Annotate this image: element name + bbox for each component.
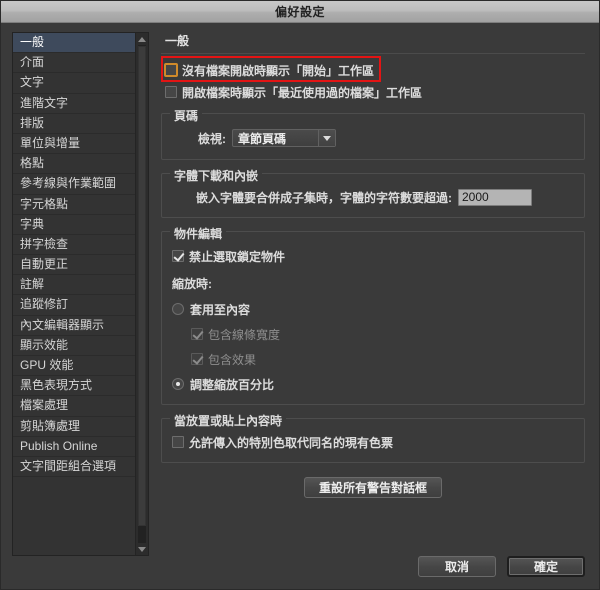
checkbox-allow-spot-color-label: 允許傳入的特別色取代同名的現有色票 <box>189 435 394 450</box>
sidebar-item-21[interactable]: 文字間距組合選項 <box>13 457 135 478</box>
row-include-effects: 包含效果 <box>191 349 574 369</box>
sidebar-scrollbar[interactable] <box>135 33 148 555</box>
font-subset-input[interactable] <box>458 188 532 206</box>
sidebar-item-13[interactable]: 追蹤修訂 <box>13 295 135 316</box>
group-page-number: 頁碼 檢視: 章節頁碼 <box>161 107 585 160</box>
checkbox-recent-files-workspace[interactable] <box>165 86 177 98</box>
row-apply-to-content: 套用至內容 <box>172 299 574 319</box>
row-include-stroke-weight: 包含線條寬度 <box>191 324 574 344</box>
group-place-paste-legend: 當放置或貼上內容時 <box>170 412 287 429</box>
checkbox-include-stroke-weight[interactable] <box>191 328 203 340</box>
radio-adjust-scaling-percentage-label: 調整縮放百分比 <box>190 377 275 392</box>
scaling-label: 縮放時: <box>172 276 212 291</box>
sidebar-list[interactable]: 一般 介面 文字 進階文字 排版 單位與增量 格點 參考線與作業範圍 字元格點 字典 拼字檢查 自動更… <box>13 33 135 555</box>
checkbox-recent-files-workspace-label: 開啟檔案時顯示「最近使用過的檔案」工作區 <box>182 85 423 100</box>
dialog-footer: 取消 確定 <box>418 556 585 577</box>
checkbox-lock-objects-label: 禁止選取鎖定物件 <box>189 249 286 264</box>
checkbox-start-workspace-label: 沒有檔案開啟時顯示「開始」工作區 <box>182 63 375 78</box>
sidebar-item-9[interactable]: 字典 <box>13 215 135 235</box>
sidebar-item-3[interactable]: 進階文字 <box>13 94 135 114</box>
group-page-number-legend: 頁碼 <box>170 107 203 124</box>
scroll-down-arrow-icon[interactable] <box>136 543 148 555</box>
cancel-button[interactable]: 取消 <box>418 556 496 577</box>
radio-apply-to-content[interactable] <box>172 303 184 315</box>
sidebar-item-6[interactable]: 格點 <box>13 154 135 175</box>
row-page-number-view: 檢視: 章節頁碼 <box>198 128 574 148</box>
checkbox-include-stroke-weight-label: 包含線條寬度 <box>208 327 281 342</box>
checkbox-allow-spot-color[interactable] <box>172 436 184 448</box>
sidebar-item-2[interactable]: 文字 <box>13 73 135 94</box>
title-bar: 偏好設定 <box>1 1 599 23</box>
page-number-view-select[interactable]: 章節頁碼 <box>232 129 336 147</box>
sidebar-item-1[interactable]: 介面 <box>13 53 135 74</box>
group-object-editing-legend: 物件編輯 <box>170 225 227 242</box>
row-scaling-label: 縮放時: <box>172 273 574 293</box>
row-font-subset: 嵌入字體要合併成子集時，字體的字符數要超過: <box>196 187 574 207</box>
window-title: 偏好設定 <box>274 5 325 19</box>
chevron-down-icon[interactable] <box>318 130 335 146</box>
font-subset-label: 嵌入字體要合併成子集時，字體的字符數要超過: <box>196 190 452 205</box>
title-divider <box>161 53 585 54</box>
group-font-download: 字體下載和內嵌 嵌入字體要合併成子集時，字體的字符數要超過: <box>161 167 585 218</box>
sidebar-item-16[interactable]: GPU 效能 <box>13 356 135 377</box>
sidebar-item-19[interactable]: 剪貼簿處理 <box>13 417 135 437</box>
sidebar-item-7[interactable]: 參考線與作業範圍 <box>13 174 135 195</box>
page-title: 一般 <box>165 34 190 48</box>
radio-apply-to-content-label: 套用至內容 <box>190 302 251 317</box>
sidebar-item-10[interactable]: 拼字檢查 <box>13 235 135 256</box>
sidebar-item-14[interactable]: 內文編輯器顯示 <box>13 316 135 336</box>
group-place-paste: 當放置或貼上內容時 允許傳入的特別色取代同名的現有色票 <box>161 412 585 463</box>
checkbox-include-effects[interactable] <box>191 353 203 365</box>
checkbox-lock-objects[interactable] <box>172 250 184 262</box>
row-lock-objects: 禁止選取鎖定物件 <box>172 246 574 266</box>
reset-warnings-wrapper: 重設所有警告對話框 <box>161 477 585 498</box>
dialog-body: 一般 介面 文字 進階文字 排版 單位與增量 格點 參考線與作業範圍 字元格點 字典 拼字檢查 自動更… <box>1 24 599 589</box>
sidebar-item-12[interactable]: 註解 <box>13 275 135 296</box>
group-font-download-legend: 字體下載和內嵌 <box>170 167 263 184</box>
scroll-up-arrow-icon[interactable] <box>136 33 148 45</box>
sidebar-item-4[interactable]: 排版 <box>13 114 135 134</box>
reset-all-warning-dialogs-button[interactable]: 重設所有警告對話框 <box>303 477 442 498</box>
sidebar-item-17[interactable]: 黑色表現方式 <box>13 376 135 397</box>
sidebar-item-15[interactable]: 顯示效能 <box>13 336 135 356</box>
row-recent-files-workspace: 開啟檔案時顯示「最近使用過的檔案」工作區 <box>165 82 585 102</box>
page-number-view-label: 檢視: <box>198 131 226 146</box>
sidebar-item-8[interactable]: 字元格點 <box>13 195 135 215</box>
sidebar-item-11[interactable]: 自動更正 <box>13 255 135 276</box>
group-object-editing: 物件編輯 禁止選取鎖定物件 縮放時: 套用至內容 包含線條寬度 包含效果 調整縮… <box>161 225 585 405</box>
scrollbar-thumb[interactable] <box>138 46 146 526</box>
checkbox-start-workspace[interactable] <box>164 63 178 77</box>
sidebar-item-0[interactable]: 一般 <box>13 33 135 54</box>
page-number-view-value: 章節頁碼 <box>238 131 287 146</box>
sidebar-item-5[interactable]: 單位與增量 <box>13 134 135 155</box>
row-adjust-scaling-percentage: 調整縮放百分比 <box>172 374 574 394</box>
radio-adjust-scaling-percentage[interactable] <box>172 378 184 390</box>
row-start-workspace: 沒有檔案開啟時顯示「開始」工作區 <box>161 56 585 82</box>
sidebar-item-20[interactable]: Publish Online <box>13 437 135 457</box>
sidebar-item-18[interactable]: 檔案處理 <box>13 396 135 417</box>
preferences-category-list[interactable]: 一般 介面 文字 進階文字 排版 單位與增量 格點 參考線與作業範圍 字元格點 字典 拼字檢查 自動更… <box>12 32 149 556</box>
checkbox-include-effects-label: 包含效果 <box>208 352 257 367</box>
ok-button[interactable]: 確定 <box>507 556 585 577</box>
preferences-dialog: 偏好設定 一般 介面 文字 進階文字 排版 單位與增量 格點 參考線與作業範圍 字元格點 字典 拼字… <box>0 0 600 590</box>
row-allow-spot-color: 允許傳入的特別色取代同名的現有色票 <box>172 432 574 452</box>
preferences-panel-general: 一般 沒有檔案開啟時顯示「開始」工作區 開啟檔案時顯示「最近使用過的檔案」工作區… <box>161 32 585 581</box>
